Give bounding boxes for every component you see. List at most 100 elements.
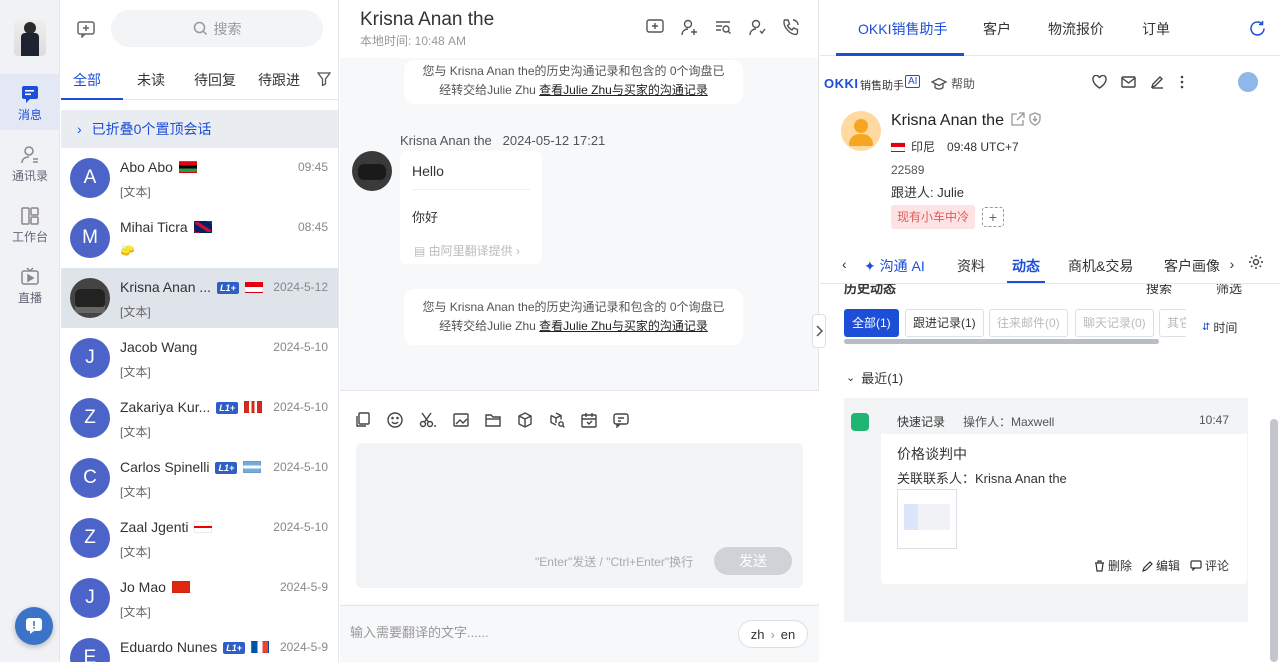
rail-messages[interactable]: 消息 — [0, 74, 60, 130]
phone-icon[interactable] — [782, 18, 800, 36]
heart-icon[interactable] — [1092, 75, 1107, 89]
filter-chats[interactable]: 聊天记录(0) — [1075, 309, 1154, 337]
shield-download-icon[interactable] — [1028, 112, 1042, 126]
last-message: [文本] — [120, 605, 151, 619]
folder-icon[interactable] — [485, 412, 501, 428]
emoji-icon[interactable] — [387, 412, 403, 428]
tab-unread[interactable]: 未读 — [137, 70, 165, 90]
mail-icon[interactable] — [1121, 75, 1136, 89]
copy-icon[interactable] — [355, 412, 371, 428]
contact-card-icon[interactable] — [748, 18, 766, 36]
conversation-item[interactable]: A Abo Abo [文本] 09:45 — [61, 148, 338, 208]
conversation-item[interactable]: M Mihai Ticra 🧽 08:45 — [61, 208, 338, 268]
add-tag-button[interactable]: + — [982, 207, 1004, 227]
gear-icon[interactable] — [1248, 254, 1264, 270]
edit-icon — [1142, 560, 1153, 572]
tab-logistics-quote[interactable]: 物流报价 — [1048, 19, 1104, 39]
product-search-icon[interactable] — [549, 412, 565, 428]
translate-input[interactable]: 输入需要翻译的文字...... — [350, 622, 489, 641]
product-box-icon[interactable] — [517, 412, 533, 428]
rail-workbench[interactable]: 工作台 — [0, 196, 60, 252]
rail-live[interactable]: 直播 — [0, 257, 60, 313]
send-button[interactable]: 发送 — [714, 547, 792, 575]
user-avatar[interactable] — [14, 20, 46, 56]
scissors-icon[interactable] — [419, 412, 437, 428]
add-contact-icon[interactable] — [680, 18, 698, 36]
view-records-link[interactable]: 查看Julie Zhu与买家的沟通记录 — [539, 319, 708, 333]
conversation-item[interactable]: E Eduardo Nunes L1+ 2024-5-9 — [61, 628, 338, 662]
tab-customer-portrait[interactable]: 客户画像 — [1164, 256, 1220, 276]
tabs-scroll-right[interactable]: › — [1224, 256, 1240, 272]
plus-icon: + — [988, 209, 998, 225]
filter-all[interactable]: 全部(1) — [844, 309, 899, 337]
refresh-icon[interactable] — [1249, 20, 1266, 37]
flag-indonesia-icon — [891, 141, 905, 152]
tab-pending-followup[interactable]: 待跟进 — [258, 70, 300, 90]
bubble-divider — [412, 189, 530, 190]
help-chat-button[interactable] — [15, 607, 53, 645]
quick-reply-icon[interactable] — [613, 412, 629, 428]
filter-emails[interactable]: 往来邮件(0) — [989, 309, 1068, 337]
message-bubble[interactable]: Hello 你好 ▤ 由阿里翻译提供 › — [400, 151, 542, 264]
message-input[interactable]: "Enter"发送 / "Ctrl+Enter"换行 发送 — [356, 443, 803, 588]
rail-contacts[interactable]: 通讯录 — [0, 135, 60, 191]
conversation-item[interactable]: C Carlos Spinelli L1+ [文本] 2024-5-10 — [61, 448, 338, 508]
tab-opportunities[interactable]: 商机&交易 — [1068, 256, 1133, 276]
tab-label: 沟通 AI — [879, 258, 925, 274]
filter-icon[interactable] — [317, 72, 331, 86]
flag-canada-icon — [244, 401, 263, 413]
record-attachment-thumbnail[interactable] — [897, 489, 957, 549]
conversation-item[interactable]: Z Zakariya Kur... L1+ [文本] 2024-5-10 — [61, 388, 338, 448]
conversation-item[interactable]: J Jo Mao [文本] 2024-5-9 — [61, 568, 338, 628]
tab-okki-assistant[interactable]: OKKI销售助手 — [858, 19, 947, 39]
record-time: 10:47 — [1198, 413, 1229, 427]
filter-other[interactable]: 其它 — [1159, 309, 1186, 337]
sort-by-time[interactable]: ⇵ 时间 — [1202, 319, 1237, 336]
conversation-item[interactable]: J Jacob Wang [文本] 2024-5-10 — [61, 328, 338, 388]
panel-scrollbar[interactable] — [1270, 419, 1278, 662]
tab-indicator — [836, 53, 964, 56]
comment-button[interactable]: 评论 — [1190, 557, 1229, 574]
customer-avatar — [841, 111, 881, 151]
tab-activity[interactable]: 动态 — [1012, 256, 1040, 276]
view-records-link[interactable]: 查看Julie Zhu与买家的沟通记录 — [539, 83, 708, 97]
calendar-icon[interactable] — [581, 412, 597, 428]
activity-search[interactable]: 搜索 — [1146, 284, 1172, 296]
new-chat-icon[interactable] — [77, 20, 95, 38]
conversation-item-selected[interactable]: Krisna Anan ... L1+ [文本] 2024-5-12 — [61, 268, 338, 328]
search-input[interactable]: 搜索 — [111, 10, 323, 47]
tab-pending-reply[interactable]: 待回复 — [194, 70, 236, 90]
conversation-item[interactable]: Z Zaal Jgenti [文本] 2024-5-10 — [61, 508, 338, 568]
tab-orders[interactable]: 订单 — [1142, 19, 1170, 39]
tab-profile[interactable]: 资料 — [957, 256, 985, 276]
system-notice: 您与 Krisna Anan the的历史沟通记录和包含的 0个询盘已 经转交给… — [404, 289, 743, 345]
language-switch[interactable]: zh › en — [738, 620, 808, 648]
image-icon[interactable] — [453, 412, 469, 428]
tab-all[interactable]: 全部 — [73, 70, 101, 90]
delete-button[interactable]: 删除 — [1094, 557, 1132, 574]
assistant-user-avatar[interactable] — [1238, 72, 1258, 92]
add-message-icon[interactable] — [646, 18, 664, 36]
customer-name-actions — [1011, 112, 1042, 126]
external-link-icon[interactable] — [1011, 112, 1025, 126]
last-message: [文本] — [120, 305, 151, 319]
sender-avatar[interactable] — [352, 151, 392, 191]
tab-communication-ai[interactable]: ✦ 沟通 AI — [864, 256, 925, 276]
flag-uk-icon — [193, 221, 212, 233]
search-records-icon[interactable] — [714, 18, 732, 36]
folded-pinned-bar[interactable]: › 已折叠0个置顶会话 — [61, 110, 338, 148]
activity-filter[interactable]: 筛选 — [1216, 284, 1242, 296]
edit-icon[interactable] — [1150, 75, 1165, 89]
avatar: M — [70, 218, 110, 258]
edit-button[interactable]: 编辑 — [1142, 557, 1180, 574]
filter-scrollbar[interactable] — [844, 339, 1159, 344]
tab-customer[interactable]: 客户 — [983, 19, 1011, 39]
collapse-panel-button[interactable] — [812, 314, 826, 348]
conversation-time: 08:45 — [297, 220, 328, 234]
tabs-scroll-left[interactable]: ‹ — [842, 256, 847, 272]
customer-tag[interactable]: 现有小车中冷 — [891, 205, 976, 229]
more-vertical-icon[interactable] — [1179, 75, 1185, 89]
filter-followup[interactable]: 跟进记录(1) — [905, 309, 984, 337]
recent-group-header[interactable]: ⌄ 最近(1) — [846, 368, 903, 387]
help-link[interactable]: 帮助 — [931, 75, 975, 92]
